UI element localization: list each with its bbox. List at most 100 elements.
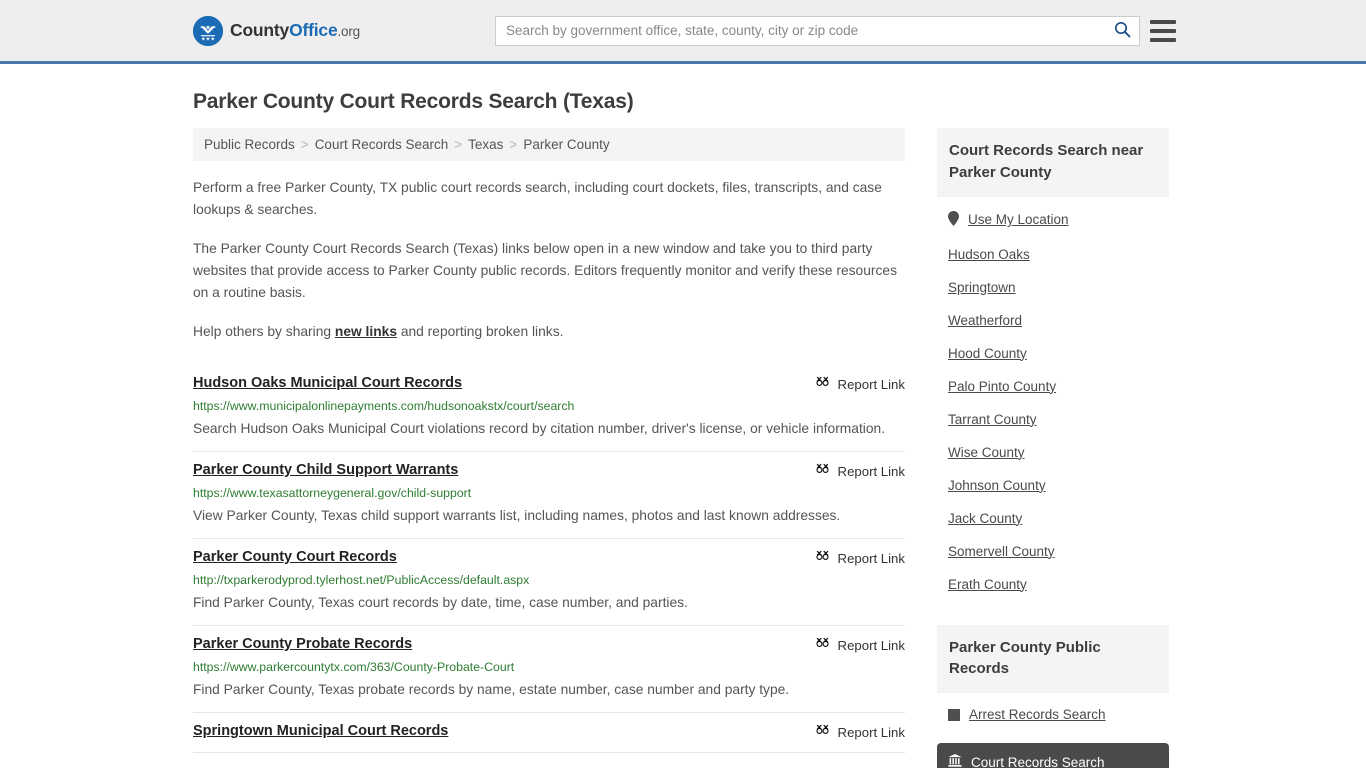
result-title-link[interactable]: Parker County Child Support Warrants	[193, 462, 458, 478]
svg-text:★★★: ★★★	[201, 36, 215, 42]
sidebar-link-label[interactable]: Johnson County	[948, 478, 1046, 493]
use-my-location-row[interactable]: Use My Location	[937, 210, 1169, 229]
result-url: https://www.texasattorneygeneral.gov/chi…	[193, 486, 472, 501]
sidebar-row[interactable]: Wise County	[937, 445, 1169, 460]
site-logo-text: CountyOffice.org	[230, 20, 360, 41]
sidebar-row[interactable]: Jack County	[937, 511, 1169, 526]
intro-p3-after: and reporting broken links.	[397, 323, 564, 339]
main-column: Public Records > Court Records Search > …	[193, 128, 905, 754]
sidebar-link-label[interactable]: Springtown	[948, 280, 1016, 295]
sidebar-row[interactable]: Erath County	[937, 577, 1169, 592]
site-logo[interactable]: ★★★ CountyOffice.org	[193, 15, 360, 46]
result-url: http://txparkerodyprod.tylerhost.net/Pub…	[193, 573, 530, 588]
sidebar-link-label[interactable]: Tarrant County	[948, 412, 1037, 427]
result-title-link[interactable]: Parker County Court Records	[193, 549, 397, 565]
menu-bar-1	[1150, 19, 1176, 24]
report-link-label: Report Link	[837, 376, 905, 392]
broken-link-icon	[815, 636, 830, 654]
result-item: Parker County Child Support Warrants Rep…	[193, 452, 905, 540]
breadcrumb-item-court-records-search[interactable]: Court Records Search	[315, 137, 449, 152]
breadcrumb-separator: >	[509, 137, 518, 152]
intro-paragraph-2: The Parker County Court Records Search (…	[193, 240, 897, 301]
content-columns: Public Records > Court Records Search > …	[193, 128, 1173, 768]
page-container: Parker County Court Records Search (Texa…	[0, 90, 1366, 768]
report-link-label: Report Link	[837, 637, 905, 653]
sidebar-nearby-list: Use My Location Hudson Oaks Springtown W…	[937, 197, 1169, 601]
sidebar-row[interactable]: Tarrant County	[937, 412, 1169, 427]
sidebar-link-label[interactable]: Hood County	[948, 346, 1027, 361]
search-icon	[1114, 21, 1131, 41]
result-title-link[interactable]: Springtown Municipal Court Records	[193, 723, 448, 739]
result-description: Find Parker County, Texas probate record…	[193, 682, 790, 698]
sidebar-link-label[interactable]: Arrest Records Search	[969, 707, 1106, 722]
courthouse-icon	[948, 754, 962, 768]
logo-text-county: County	[230, 20, 290, 40]
sidebar-row[interactable]: Hood County	[937, 346, 1169, 361]
sidebar-public-records-title: Parker County Public Records	[937, 624, 1169, 693]
sidebar-row[interactable]: Springtown	[937, 280, 1169, 295]
sidebar-link-label[interactable]: Erath County	[948, 577, 1027, 592]
hamburger-menu-icon[interactable]	[1150, 19, 1176, 42]
logo-text-tld: .org	[337, 24, 360, 39]
result-header: Parker County Court Records Report Link	[193, 549, 905, 567]
report-link-label: Report Link	[837, 724, 905, 740]
sidebar-row[interactable]: Arrest Records Search	[937, 707, 1169, 722]
sidebar-item-weatherford[interactable]: Weatherford	[937, 304, 1169, 337]
menu-bar-2	[1150, 28, 1176, 33]
report-link-button[interactable]: Report Link	[815, 462, 905, 480]
breadcrumb: Public Records > Court Records Search > …	[193, 128, 905, 161]
result-description: Search Hudson Oaks Municipal Court viola…	[193, 421, 886, 437]
result-title-link[interactable]: Parker County Probate Records	[193, 636, 412, 652]
use-my-location-label[interactable]: Use My Location	[968, 212, 1069, 227]
sidebar-item-johnson-county[interactable]: Johnson County	[937, 469, 1169, 502]
intro-text: Perform a free Parker County, TX public …	[193, 177, 905, 343]
sidebar-item-wise-county[interactable]: Wise County	[937, 436, 1169, 469]
breadcrumb-separator: >	[454, 137, 463, 152]
menu-bar-3	[1150, 37, 1176, 42]
sidebar-link-label[interactable]: Somervell County	[948, 544, 1055, 559]
sidebar-item-use-my-location[interactable]: Use My Location	[937, 197, 1169, 238]
sidebar-row[interactable]: Johnson County	[937, 478, 1169, 493]
search-button[interactable]	[1105, 17, 1139, 45]
search-bar[interactable]	[495, 15, 1140, 46]
sidebar-link-label[interactable]: Palo Pinto County	[948, 379, 1056, 394]
broken-link-icon	[815, 549, 830, 567]
sidebar-link-label[interactable]: Jack County	[948, 511, 1022, 526]
sidebar-nearby-title: Court Records Search near Parker County	[937, 128, 1169, 197]
eagle-shield-logo-icon: ★★★	[193, 15, 223, 46]
sidebar-row[interactable]: Weatherford	[937, 313, 1169, 328]
logo-text-office: Office	[289, 20, 338, 40]
sidebar-item-palo-pinto-county[interactable]: Palo Pinto County	[937, 370, 1169, 403]
sidebar-row[interactable]: Somervell County	[937, 544, 1169, 559]
sidebar-item-somervell-county[interactable]: Somervell County	[937, 535, 1169, 568]
report-link-button[interactable]: Report Link	[815, 723, 905, 741]
search-input[interactable]	[496, 16, 1105, 45]
sidebar-item-springtown[interactable]: Springtown	[937, 271, 1169, 304]
result-header: Parker County Probate Records Report Lin…	[193, 636, 905, 654]
result-item: Springtown Municipal Court Records Repor…	[193, 713, 905, 754]
sidebar-item-hood-county[interactable]: Hood County	[937, 337, 1169, 370]
result-url: https://www.parkercountytx.com/363/Count…	[193, 660, 515, 675]
new-links-link[interactable]: new links	[335, 324, 397, 339]
sidebar-link-label[interactable]: Weatherford	[948, 313, 1022, 328]
sidebar-row[interactable]: Palo Pinto County	[937, 379, 1169, 394]
sidebar-link-label[interactable]: Hudson Oaks	[948, 247, 1030, 262]
sidebar-item-court-records-search[interactable]: Court Records Search	[937, 743, 1169, 768]
breadcrumb-item-texas[interactable]: Texas	[468, 137, 503, 152]
sidebar-item-hudson-oaks[interactable]: Hudson Oaks	[937, 238, 1169, 271]
sidebar-link-label[interactable]: Wise County	[948, 445, 1025, 460]
sidebar-item-arrest-records-search[interactable]: Arrest Records Search	[937, 693, 1169, 731]
sidebar-link-label[interactable]: Court Records Search	[971, 755, 1105, 768]
report-link-button[interactable]: Report Link	[815, 549, 905, 567]
report-link-button[interactable]: Report Link	[815, 636, 905, 654]
sidebar-item-erath-county[interactable]: Erath County	[937, 568, 1169, 601]
breadcrumb-item-public-records[interactable]: Public Records	[204, 137, 295, 152]
result-title-link[interactable]: Hudson Oaks Municipal Court Records	[193, 375, 462, 391]
breadcrumb-item-parker-county: Parker County	[523, 137, 610, 152]
result-description: View Parker County, Texas child support …	[193, 508, 841, 524]
results-list: Hudson Oaks Municipal Court Records Repo…	[193, 365, 905, 754]
report-link-button[interactable]: Report Link	[815, 375, 905, 393]
sidebar-item-jack-county[interactable]: Jack County	[937, 502, 1169, 535]
sidebar-item-tarrant-county[interactable]: Tarrant County	[937, 403, 1169, 436]
sidebar-row[interactable]: Hudson Oaks	[937, 247, 1169, 262]
